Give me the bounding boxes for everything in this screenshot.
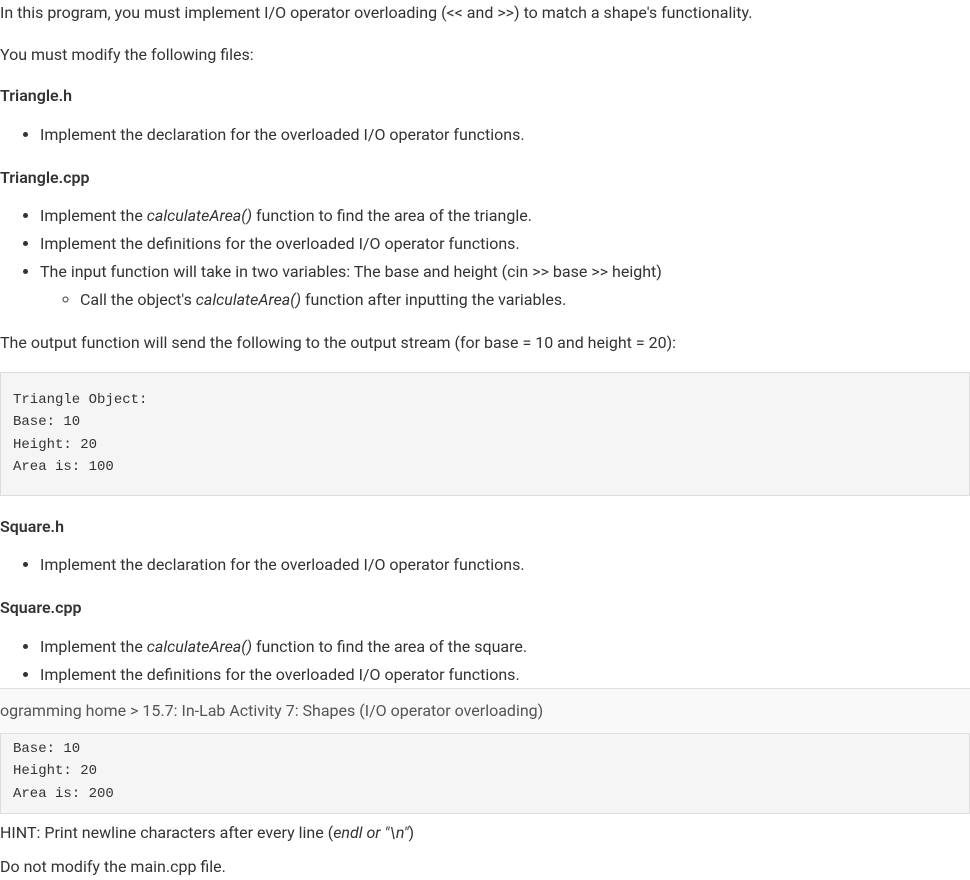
square-cpp-header: Square.cpp — [0, 595, 970, 621]
intro-paragraph: In this program, you must implement I/O … — [0, 0, 970, 26]
triangle-output-code: Triangle Object: Base: 10 Height: 20 Are… — [0, 372, 970, 496]
square-output-code: Base: 10 Height: 20 Area is: 200 — [0, 730, 970, 814]
no-modify-text: Do not modify the main.cpp file. — [0, 854, 226, 880]
triangle-h-list: Implement the declaration for the overlo… — [0, 123, 970, 147]
square-h-list: Implement the declaration for the overlo… — [0, 553, 970, 577]
list-item: Implement the definitions for the overlo… — [40, 663, 970, 687]
square-h-header: Square.h — [0, 514, 970, 540]
triangle-output-intro: The output function will send the follow… — [0, 330, 970, 356]
triangle-h-header: Triangle.h — [0, 83, 970, 109]
list-item: Implement the calculateArea() function t… — [40, 204, 970, 228]
hint-text: HINT: Print newline characters after eve… — [0, 820, 414, 846]
document-content: In this program, you must implement I/O … — [0, 0, 970, 743]
breadcrumb[interactable]: ogramming home > 15.7: In-Lab Activity 7… — [0, 688, 970, 734]
list-item: Implement the declaration for the overlo… — [40, 553, 970, 577]
list-item: Implement the definitions for the overlo… — [40, 232, 970, 256]
sub-list: Call the object's calculateArea() functi… — [40, 288, 970, 312]
list-item: Implement the calculateArea() function t… — [40, 635, 970, 659]
modify-intro: You must modify the following files: — [0, 42, 970, 68]
triangle-cpp-list: Implement the calculateArea() function t… — [0, 204, 970, 312]
list-item: Implement the declaration for the overlo… — [40, 123, 970, 147]
list-item: The input function will take in two vari… — [40, 260, 970, 312]
triangle-cpp-header: Triangle.cpp — [0, 165, 970, 191]
list-item: Call the object's calculateArea() functi… — [80, 288, 970, 312]
